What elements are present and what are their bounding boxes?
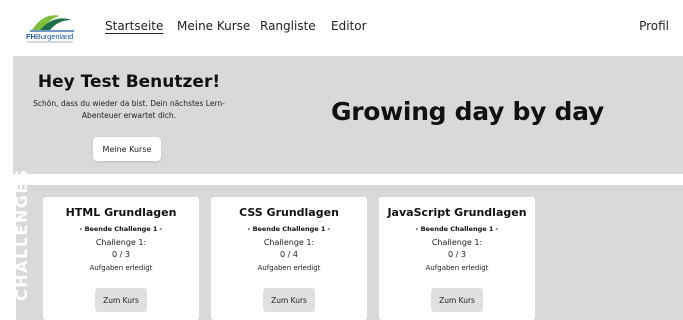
course-card-javascript: JavaScript Grundlagen - Beende Challenge… (379, 197, 535, 320)
nav-link-meine-kurse[interactable]: Meine Kurse (177, 19, 250, 33)
course-progress: 0 / 4 (280, 250, 298, 259)
course-challenge-label: Challenge 1: (95, 238, 147, 247)
course-subtitle: - Beende Challenge 1 - (415, 225, 499, 233)
logo-tagline-line (27, 41, 73, 43)
top-nav: FHBurgenland Startseite Meine Kurse Rang… (0, 0, 683, 54)
logo-text: FHBurgenland (26, 32, 74, 41)
course-card-css: CSS Grundlagen - Beende Challenge 1 - Ch… (211, 197, 367, 320)
nav-link-startseite[interactable]: Startseite (105, 19, 163, 33)
course-status: Aufgaben erledigt (425, 264, 489, 272)
hero-slogan: Growing day by day (331, 97, 604, 126)
hero-banner: Hey Test Benutzer! Schön, dass du wieder… (13, 56, 683, 174)
course-title: HTML Grundlagen (65, 206, 177, 219)
course-status: Aufgaben erledigt (89, 264, 153, 272)
logo-swoosh-icon (30, 15, 74, 32)
course-status: Aufgaben erledigt (257, 264, 321, 272)
meine-kurse-button[interactable]: Meine Kurse (93, 137, 161, 161)
course-title: CSS Grundlagen (239, 206, 339, 219)
course-title: JavaScript Grundlagen (387, 206, 527, 219)
course-subtitle: - Beende Challenge 1 - (79, 225, 163, 233)
challenges-section-label: CHALLENGES (12, 168, 31, 301)
zum-kurs-button[interactable]: Zum Kurs (263, 288, 315, 312)
nav-link-editor[interactable]: Editor (331, 19, 367, 33)
nav-link-profil[interactable]: Profil (639, 19, 669, 33)
course-subtitle: - Beende Challenge 1 - (247, 225, 331, 233)
course-card-html: HTML Grundlagen - Beende Challenge 1 - C… (43, 197, 199, 320)
fh-burgenland-logo[interactable]: FHBurgenland (26, 10, 78, 48)
hero-greeting: Hey Test Benutzer! (37, 72, 221, 92)
hero-message: Schön, dass du wieder da bist. Dein näch… (33, 99, 225, 120)
nav-link-rangliste[interactable]: Rangliste (260, 19, 316, 33)
course-progress: 0 / 3 (112, 250, 130, 259)
zum-kurs-button[interactable]: Zum Kurs (431, 288, 483, 312)
course-challenge-label: Challenge 1: (263, 238, 315, 247)
zum-kurs-button[interactable]: Zum Kurs (95, 288, 147, 312)
course-progress: 0 / 3 (448, 250, 466, 259)
course-challenge-label: Challenge 1: (431, 238, 483, 247)
challenges-section: CHALLENGES HTML Grundlagen - Beende Chal… (12, 168, 683, 320)
